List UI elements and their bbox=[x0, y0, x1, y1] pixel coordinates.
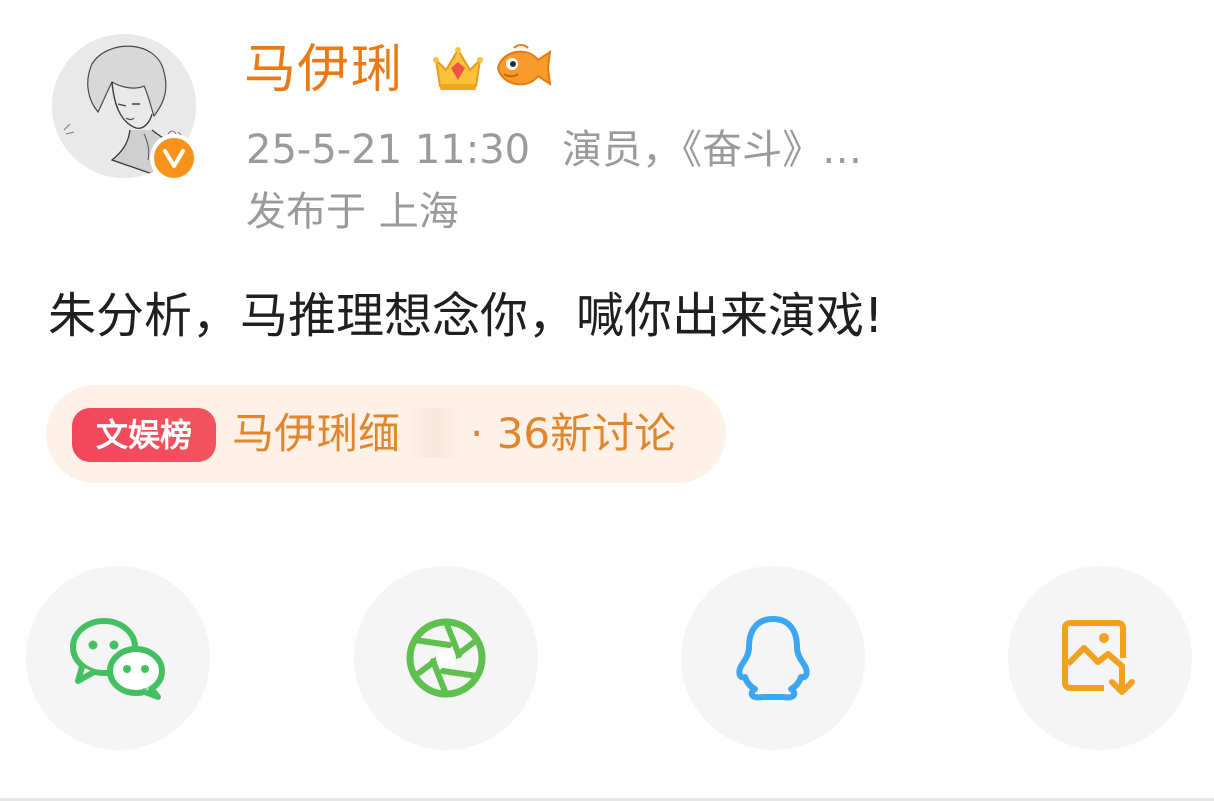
moments-icon bbox=[406, 618, 486, 698]
topic-name: 马伊琍缅 bbox=[232, 409, 401, 458]
post-text: 朱分析，马推理想念你，喊你出来演戏! bbox=[48, 288, 884, 344]
fish-badge-icon bbox=[494, 40, 554, 96]
crown-badge-icon bbox=[430, 40, 486, 96]
post-location: 发布于 上海 bbox=[246, 189, 459, 235]
topic-blur-mask bbox=[408, 408, 462, 458]
share-qq-button[interactable] bbox=[681, 566, 865, 750]
save-image-icon bbox=[1062, 620, 1135, 695]
share-wechat-button[interactable] bbox=[26, 566, 210, 750]
user-description[interactable]: 演员，《奋斗》… bbox=[562, 127, 862, 173]
post-timestamp: 25-5-21 11:30 bbox=[246, 127, 531, 173]
post-share-screen: 马伊琍 25-5-21 11:30 演员，《奋斗》… 发布于 上海 朱分析，马推理… bbox=[0, 0, 1214, 801]
wechat-icon bbox=[70, 618, 165, 700]
post-meta: 25-5-21 11:30 演员，《奋斗》… bbox=[246, 124, 862, 176]
save-image-button[interactable] bbox=[1008, 566, 1192, 750]
username[interactable]: 马伊琍 bbox=[244, 38, 403, 102]
verified-v-icon bbox=[150, 134, 198, 182]
ranking-tag: 文娱榜 bbox=[72, 408, 216, 462]
qq-icon bbox=[736, 616, 810, 701]
share-moments-button[interactable] bbox=[354, 566, 538, 750]
topic-discussion-count: · 36新讨论 bbox=[470, 409, 677, 458]
